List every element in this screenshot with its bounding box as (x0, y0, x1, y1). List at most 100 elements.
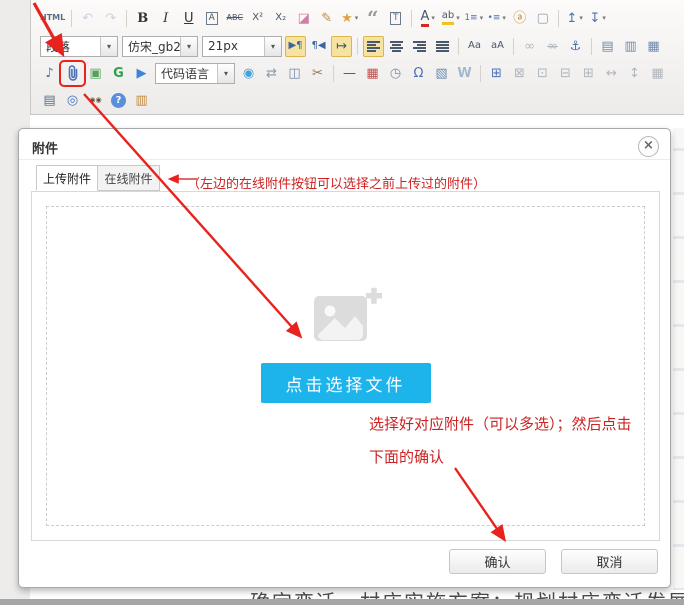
align-justify-icon (436, 41, 449, 52)
merge-cells-icon: ↔ (606, 67, 617, 80)
cancel-button[interactable]: 取消 (561, 549, 658, 574)
tab-online-attachment[interactable]: 在线附件 (98, 165, 160, 191)
web-app-button[interactable]: ◉ (238, 63, 259, 84)
insert-video-button[interactable]: ▶ (131, 63, 152, 84)
line-spacing-top-button[interactable]: ↥▾ (564, 8, 585, 29)
line-spacing-bottom-button[interactable]: ↧▾ (587, 8, 608, 29)
chevron-down-icon[interactable]: ▾ (264, 37, 281, 56)
align-left-button[interactable] (363, 36, 384, 57)
cell-properties-icon: ▦ (651, 67, 663, 80)
insert-date-button[interactable]: ▦ (362, 63, 383, 84)
insert-template-button[interactable]: ◫ (284, 63, 305, 84)
font-border-button[interactable]: A (201, 8, 222, 29)
undo-icon: ↶ (82, 12, 93, 25)
horizontal-rule-button[interactable]: — (339, 63, 360, 84)
anchor-button[interactable]: ⚓ (565, 36, 586, 57)
insert-time-icon: ◷ (390, 67, 401, 80)
ordered-list-icon: 1≡ (464, 14, 477, 23)
insert-map-button[interactable]: G (108, 63, 129, 84)
insert-attachment-button[interactable] (62, 63, 83, 84)
strikethrough-button[interactable]: ABC (224, 8, 245, 29)
paste-button[interactable]: ▥ (131, 90, 152, 111)
select-file-button[interactable]: 点击选择文件 (261, 363, 431, 403)
align-left-icon (367, 41, 380, 52)
auto-typeset-button[interactable]: ★▾ (339, 8, 360, 29)
close-icon[interactable]: × (638, 136, 659, 157)
chevron-down-icon[interactable]: ▾ (100, 37, 117, 56)
image-float-left-button[interactable]: ▤ (597, 36, 618, 57)
cell-properties-button: ▦ (647, 63, 668, 84)
indent-button[interactable]: ↦ (331, 36, 352, 57)
italic-button[interactable]: I (155, 8, 176, 29)
word-image-button: W (454, 63, 475, 84)
help-button[interactable]: ? (108, 90, 129, 111)
superscript-button[interactable]: X² (247, 8, 268, 29)
font-family-select[interactable]: 仿宋_gb231▾ (122, 36, 198, 57)
clear-doc-button[interactable]: ▢ (532, 8, 553, 29)
image-float-right-button[interactable]: ▦ (643, 36, 664, 57)
font-border-icon: A (206, 12, 218, 25)
bold-button[interactable]: B (132, 8, 153, 29)
subscript-button[interactable]: X₂ (270, 8, 291, 29)
select-all-button[interactable]: ⓐ (509, 8, 530, 29)
insert-table-button[interactable]: ⊞ (486, 63, 507, 84)
font-size-select[interactable]: 21px▾ (202, 36, 282, 57)
image-center-button[interactable]: ▥ (620, 36, 641, 57)
code-language-select-value: 代码语言 (156, 65, 217, 82)
select-all-icon: ⓐ (513, 12, 526, 25)
to-lowercase-button[interactable]: aA (487, 36, 508, 57)
insert-time-button[interactable]: ◷ (385, 63, 406, 84)
ordered-list-button[interactable]: 1≡▾ (463, 8, 484, 29)
toolbar-separator (357, 38, 358, 55)
code-language-select[interactable]: 代码语言▾ (155, 63, 235, 84)
highlight-color-button[interactable]: ab▾ (440, 8, 461, 29)
delete-table-button: ⊠ (509, 63, 530, 84)
remove-format-button[interactable]: ◪ (293, 8, 314, 29)
page-break-icon: ⇄ (266, 67, 277, 80)
unordered-list-button[interactable]: •≡▾ (486, 8, 507, 29)
paragraph-format-select[interactable]: 段落▾ (40, 36, 118, 57)
format-painter-icon: ✎ (321, 12, 332, 25)
toolbar-separator (411, 10, 412, 27)
edit-image-button[interactable]: ▧ (431, 63, 452, 84)
screenshot-button[interactable]: ✂ (307, 63, 328, 84)
blockquote-button[interactable]: “ (362, 8, 383, 29)
image-placeholder-icon (309, 285, 383, 347)
rtl-paragraph-button[interactable]: ¶◀ (308, 36, 329, 57)
dialog-title: 附件 (32, 138, 58, 157)
special-chars-button[interactable]: Ω (408, 63, 429, 84)
font-color-button[interactable]: A▾ (417, 8, 438, 29)
redo-icon: ↷ (105, 12, 116, 25)
confirm-button[interactable]: 确认 (449, 549, 546, 574)
chevron-down-icon[interactable]: ▾ (217, 64, 234, 83)
tab-upload-attachment[interactable]: 上传附件 (36, 165, 98, 191)
chevron-down-icon: ▾ (456, 14, 460, 22)
annotation-bottom-note: 选择好对应附件（可以多选）；然后点击 下面的确认 (369, 408, 681, 474)
horizontal-rule-icon: — (343, 67, 356, 80)
to-uppercase-icon: Aa (468, 41, 481, 51)
insert-image-button[interactable]: ▣ (85, 63, 106, 84)
page-break-button[interactable]: ⇄ (261, 63, 282, 84)
redo-button: ↷ (100, 8, 121, 29)
file-dropzone[interactable]: 点击选择文件 (46, 206, 645, 526)
line-spacing-bottom-icon: ↧ (590, 12, 601, 25)
to-uppercase-button[interactable]: Aa (464, 36, 485, 57)
align-center-button[interactable] (386, 36, 407, 57)
toolbar-separator (458, 38, 459, 55)
dialog-titlebar[interactable] (19, 129, 670, 160)
view-source-button[interactable]: HTML (39, 8, 66, 29)
preview-button[interactable]: ◎ (62, 90, 83, 111)
chevron-down-icon[interactable]: ▾ (180, 37, 197, 56)
underline-button[interactable]: U (178, 8, 199, 29)
find-replace-button[interactable]: ◉◉ (85, 90, 106, 111)
print-button[interactable]: ▤ (39, 90, 60, 111)
ltr-paragraph-button[interactable]: ▶¶ (285, 36, 306, 57)
bottom-scroll-band[interactable] (0, 599, 684, 605)
align-justify-button[interactable] (432, 36, 453, 57)
insert-image-icon: ▣ (89, 67, 101, 80)
format-painter-button[interactable]: ✎ (316, 8, 337, 29)
insert-music-button[interactable]: ♪ (39, 63, 60, 84)
align-right-button[interactable] (409, 36, 430, 57)
web-app-icon: ◉ (243, 67, 254, 80)
paste-plain-button[interactable]: T (385, 8, 406, 29)
